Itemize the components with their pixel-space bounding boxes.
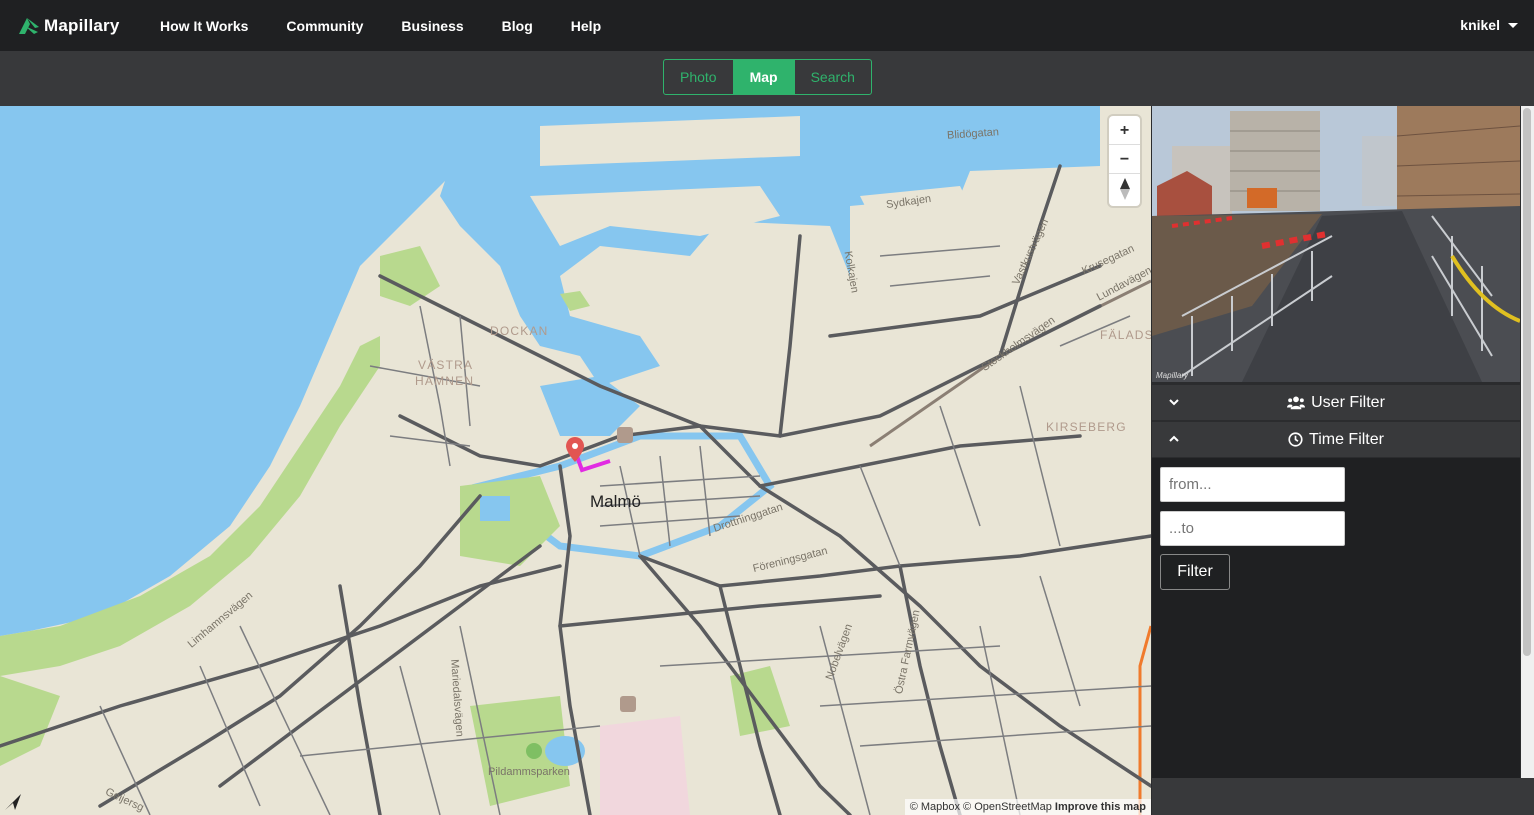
users-icon <box>1287 396 1306 409</box>
side-panel: Mapillary User Filter Time Filter Filter <box>1152 106 1520 778</box>
map-base-layer <box>0 106 1151 815</box>
filter-button[interactable]: Filter <box>1160 554 1230 590</box>
zoom-in-button[interactable]: + <box>1109 116 1140 145</box>
time-filter-panel: Filter <box>1152 458 1520 778</box>
bottom-strip <box>1152 778 1534 815</box>
top-nav: Mapillary How It Works Community Busines… <box>0 0 1534 51</box>
city-label: Malmö <box>590 492 642 511</box>
map-view-button[interactable]: Map <box>733 60 795 94</box>
compass-button[interactable] <box>1109 174 1140 206</box>
from-date-input[interactable] <box>1160 467 1345 502</box>
time-filter-label: Time Filter <box>1309 430 1384 448</box>
user-menu[interactable]: knikel <box>1460 17 1518 33</box>
photo-watermark: Mapillary <box>1156 371 1189 380</box>
photo-view-button[interactable]: Photo <box>664 60 734 94</box>
time-filter-toggle[interactable]: Time Filter <box>1152 422 1520 457</box>
district-label: FÄLADS <box>1100 328 1151 342</box>
chevron-down-icon <box>1169 399 1179 406</box>
attribution-text: © Mapbox © OpenStreetMap <box>909 801 1052 813</box>
view-toolbar: Photo Map Search <box>0 51 1534 106</box>
zoom-out-button[interactable]: − <box>1109 145 1140 174</box>
district-label: KIRSEBERG <box>1046 420 1127 434</box>
view-toggle: Photo Map Search <box>663 59 872 95</box>
nav-links: How It Works Community Business Blog Hel… <box>160 18 639 34</box>
improve-map-link[interactable]: Improve this map <box>1055 801 1146 813</box>
nav-community[interactable]: Community <box>286 18 363 34</box>
clock-icon <box>1288 432 1303 447</box>
map-canvas[interactable]: DOCKAN VÄSTRA HAMNEN KIRSEBERG FÄLADS Bl… <box>0 106 1151 815</box>
chevron-up-icon <box>1169 435 1179 442</box>
user-filter-toggle[interactable]: User Filter <box>1152 385 1520 420</box>
zoom-controls: + − <box>1109 116 1140 206</box>
nav-blog[interactable]: Blog <box>502 18 533 34</box>
district-label: DOCKAN <box>490 324 549 338</box>
nav-business[interactable]: Business <box>401 18 463 34</box>
nav-help[interactable]: Help <box>571 18 601 34</box>
mapillary-logo-icon <box>19 17 39 34</box>
to-date-input[interactable] <box>1160 511 1345 546</box>
district-label: VÄSTRA <box>418 358 474 372</box>
side-panel-scrollbar[interactable] <box>1521 106 1534 778</box>
username: knikel <box>1460 17 1500 33</box>
street-photo[interactable]: Mapillary <box>1152 106 1520 382</box>
district-label: HAMNEN <box>415 374 475 388</box>
nav-how-it-works[interactable]: How It Works <box>160 18 248 34</box>
compass-icon <box>1119 178 1130 200</box>
brand-name: Mapillary <box>44 15 120 35</box>
scrollbar-thumb[interactable] <box>1523 108 1531 656</box>
street-photo-image <box>1152 106 1520 382</box>
brand[interactable]: Mapillary <box>16 13 134 39</box>
chevron-down-icon <box>1508 22 1518 28</box>
geolocate-arrow-icon[interactable] <box>2 791 24 813</box>
map-attribution: © Mapbox © OpenStreetMap Improve this ma… <box>904 799 1151 815</box>
user-filter-label: User Filter <box>1311 393 1385 411</box>
search-view-button[interactable]: Search <box>795 60 871 94</box>
park-label: Pildammsparken <box>488 766 570 778</box>
